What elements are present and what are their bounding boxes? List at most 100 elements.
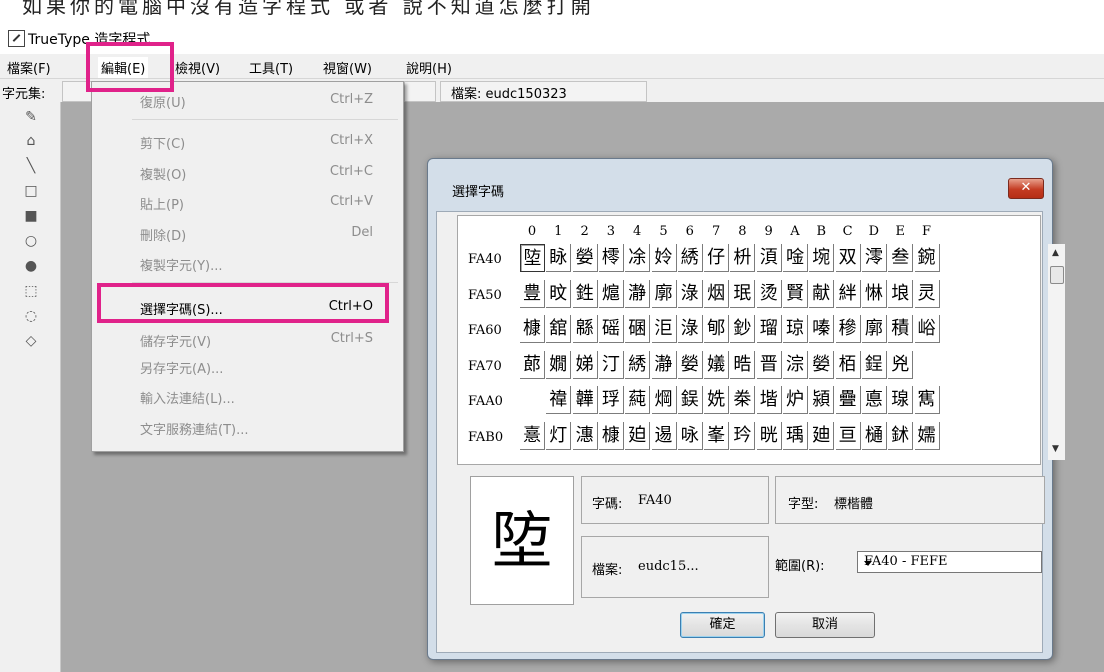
char-cell[interactable]: 嬬 (914, 422, 940, 450)
char-cell[interactable]: 廹 (625, 422, 651, 450)
menu-window[interactable]: 視窗(W) (320, 57, 375, 78)
char-cell[interactable]: 絆 (835, 279, 861, 308)
char-cell[interactable]: 埌 (888, 279, 914, 308)
char-cell[interactable]: 瀞 (651, 350, 677, 379)
char-cell[interactable]: 玪 (730, 422, 756, 450)
char-cell[interactable]: 疊 (835, 386, 861, 415)
char-cell[interactable]: 綉 (625, 350, 651, 379)
char-cell[interactable]: 舘 (546, 315, 572, 344)
char-cell[interactable]: 槺 (598, 422, 624, 450)
char-cell[interactable]: 磘 (598, 315, 624, 344)
char-cell[interactable]: 嬟 (704, 350, 730, 379)
char-cell[interactable]: 堦 (756, 386, 782, 415)
char-cell[interactable]: 眿 (546, 244, 572, 272)
menu-item-delete[interactable]: 刪除(D) Del (92, 221, 403, 245)
char-cell[interactable]: 澪 (861, 244, 887, 272)
char-cell[interactable]: 鋺 (914, 244, 940, 272)
menu-item-save-char-as[interactable]: 另存字元(A)... (92, 354, 403, 378)
chevron-down-icon[interactable] (864, 561, 872, 566)
menu-view[interactable]: 檢視(V) (172, 57, 223, 78)
char-cell[interactable]: 廓 (861, 315, 887, 344)
char-cell[interactable]: 悳 (861, 386, 887, 415)
menu-help[interactable]: 說明(H) (403, 57, 455, 78)
char-cell[interactable]: 嫈 (809, 350, 835, 379)
range-select[interactable]: FA40 - FEFE (857, 551, 1042, 573)
close-icon[interactable]: ✕ (1008, 178, 1044, 199)
char-cell[interactable]: 惏 (861, 279, 887, 308)
char-cell[interactable]: 豊 (520, 279, 545, 308)
char-cell[interactable]: 綉 (677, 244, 703, 272)
char-cell[interactable]: 烫 (756, 279, 782, 308)
char-cell[interactable]: 叁 (888, 244, 914, 272)
char-cell[interactable]: 亘 (835, 422, 861, 450)
select-rect-icon[interactable]: ⬚ (24, 284, 38, 298)
char-cell[interactable]: 嫈 (572, 244, 598, 272)
brush-icon[interactable]: ⌂ (24, 134, 38, 148)
char-cell[interactable]: 潓 (572, 422, 598, 450)
char-cell[interactable]: 鉎 (572, 279, 598, 308)
char-cell[interactable]: 兇 (888, 350, 914, 379)
ellipse-filled-icon[interactable]: ● (24, 259, 38, 273)
menu-item-copy[interactable]: 複製(O) Ctrl+C (92, 160, 403, 184)
char-cell[interactable] (915, 351, 940, 379)
char-cell[interactable]: 琼 (783, 315, 808, 344)
lasso-icon[interactable]: ◌ (24, 309, 38, 323)
char-cell[interactable]: 瑠 (756, 315, 782, 344)
char-cell[interactable]: 嫈 (677, 350, 703, 379)
char-cell[interactable]: 娣 (572, 350, 598, 379)
char-cell[interactable]: 晋 (756, 350, 782, 379)
scroll-thumb[interactable] (1050, 266, 1064, 284)
menu-item-text-services-link[interactable]: 文字服務連結(T)... (92, 415, 403, 439)
rect-filled-icon[interactable]: ■ (24, 209, 38, 223)
char-cell[interactable]: 槺 (520, 315, 545, 344)
char-cell[interactable] (520, 386, 545, 414)
char-cell[interactable]: 炉 (783, 386, 808, 415)
char-cell[interactable]: 韡 (572, 386, 598, 415)
char-cell[interactable]: 淥 (677, 279, 703, 308)
char-cell[interactable]: 憙 (520, 422, 545, 450)
menu-file[interactable]: 檔案(F) (4, 57, 54, 78)
char-cell[interactable]: 姺 (704, 386, 730, 415)
char-cell[interactable]: 鈔 (730, 315, 756, 344)
char-cell[interactable]: 積 (888, 315, 914, 344)
menu-item-ime-link[interactable]: 輸入法連結(L)... (92, 384, 403, 408)
ok-button[interactable]: 確定 (680, 612, 765, 638)
char-cell[interactable]: 灵 (914, 279, 940, 308)
grid-scrollbar[interactable]: ▲ ▼ (1048, 244, 1065, 460)
char-cell[interactable]: 咏 (677, 422, 703, 450)
line-icon[interactable]: ╲ (24, 159, 38, 173)
char-cell[interactable]: 仔 (704, 244, 730, 272)
char-cell[interactable]: 鉥 (888, 422, 914, 450)
char-cell[interactable]: 廸 (809, 422, 835, 450)
char-cell[interactable]: 烟 (704, 279, 730, 308)
menu-item-cut[interactable]: 剪下(C) Ctrl+X (92, 129, 403, 153)
char-cell[interactable]: 汀 (598, 350, 624, 379)
char-cell[interactable]: 廓 (651, 279, 677, 308)
char-cell[interactable]: 嗪 (809, 315, 835, 344)
char-cell[interactable]: 栢 (835, 350, 861, 379)
cancel-button[interactable]: 取消 (775, 612, 875, 638)
eraser-icon[interactable]: ◇ (24, 334, 38, 348)
char-cell-selected[interactable]: 埅 (520, 244, 545, 272)
ellipse-outline-icon[interactable]: ○ (24, 234, 38, 248)
char-cell[interactable]: 賢 (783, 279, 808, 308)
char-cell[interactable]: 瑔 (888, 386, 914, 415)
char-cell[interactable]: 洰 (651, 315, 677, 344)
pencil-icon[interactable]: ✎ (24, 110, 38, 124)
char-cell[interactable]: 枡 (730, 244, 756, 272)
char-cell[interactable]: 晧 (730, 350, 756, 379)
char-cell[interactable]: 穇 (835, 315, 861, 344)
char-cell[interactable]: 緜 (572, 315, 598, 344)
char-cell[interactable]: 碅 (625, 315, 651, 344)
char-cell[interactable]: 瑀 (783, 422, 808, 450)
menu-item-paste[interactable]: 貼上(P) Ctrl+V (92, 190, 403, 214)
char-cell[interactable]: 珉 (730, 279, 756, 308)
char-cell[interactable]: 瀞 (625, 279, 651, 308)
char-cell[interactable]: 潁 (809, 386, 835, 415)
char-cell[interactable]: 灯 (546, 422, 572, 450)
char-cell[interactable]: 晄 (756, 422, 782, 450)
char-cell[interactable]: 唫 (783, 244, 808, 272)
char-cell[interactable]: 蒓 (625, 386, 651, 415)
char-cell[interactable]: 焵 (651, 386, 677, 415)
char-cell[interactable]: 蓈 (520, 350, 545, 379)
